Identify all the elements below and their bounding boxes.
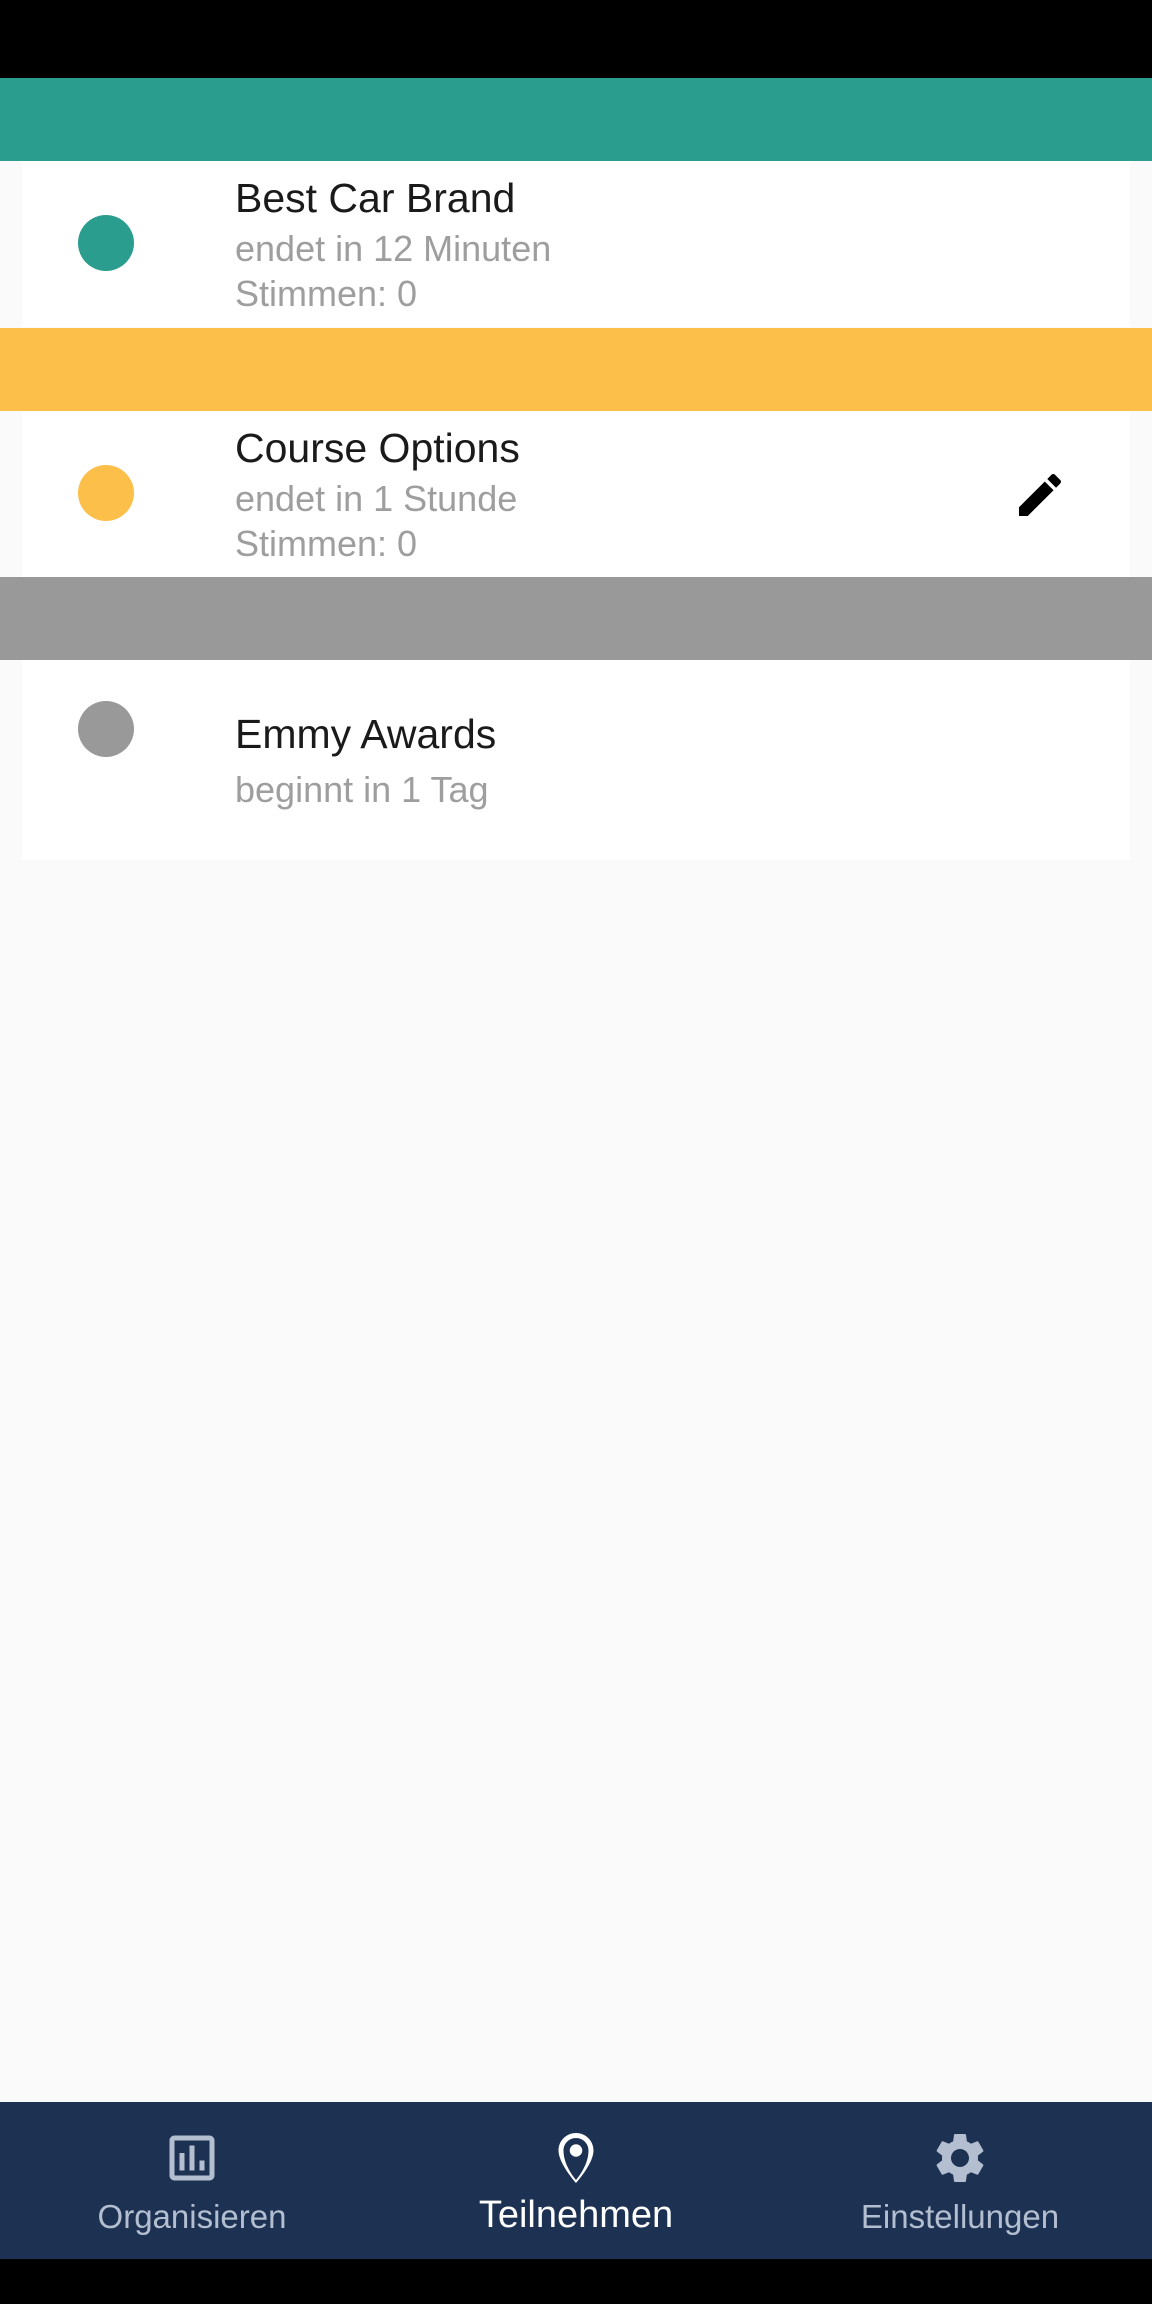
poll-end-time-course-options: endet in 1 Stunde xyxy=(235,478,518,519)
poll-votes-course-options: Stimmen: 0 xyxy=(235,523,418,564)
edit-poll-button[interactable] xyxy=(998,453,1082,537)
nav-item-organisieren[interactable]: Organisieren xyxy=(0,2102,384,2259)
nav-label-einstellungen: Einstellungen xyxy=(860,2198,1060,2235)
system-navigation-bar xyxy=(0,2259,1152,2304)
poll-card-emmy-awards[interactable] xyxy=(22,660,1130,860)
poll-votes-best-car-brand: Stimmen: 0 xyxy=(235,273,418,314)
poll-title-course-options: Course Options xyxy=(235,425,520,471)
poll-list-screen: Best Car Brand endet in 12 Minuten Stimm… xyxy=(0,78,1152,2102)
nav-label-organisieren: Organisieren xyxy=(97,2198,287,2235)
status-dot-active xyxy=(78,215,134,271)
pencil-icon xyxy=(1019,473,1062,516)
poll-start-time-emmy-awards: beginnt in 1 Tag xyxy=(235,769,489,810)
poll-end-time-best-car-brand: endet in 12 Minuten xyxy=(235,228,552,269)
poll-card-course-options[interactable] xyxy=(22,411,1130,577)
nav-item-teilnehmen[interactable]: Teilnehmen xyxy=(384,2102,768,2259)
poll-title-best-car-brand: Best Car Brand xyxy=(235,175,516,221)
status-dot-upcoming xyxy=(78,465,134,521)
status-dot-inactive xyxy=(78,701,134,757)
poll-card-best-car-brand[interactable] xyxy=(22,161,1130,327)
section-header-inactive xyxy=(0,577,1152,660)
section-header-upcoming xyxy=(0,328,1152,411)
poll-title-emmy-awards: Emmy Awards xyxy=(235,711,497,757)
bar-chart-icon xyxy=(169,2135,215,2181)
nav-item-einstellungen[interactable]: Einstellungen xyxy=(768,2102,1152,2259)
section-header-active xyxy=(0,78,1152,161)
status-bar xyxy=(0,0,1152,78)
gear-icon xyxy=(936,2134,984,2182)
nav-label-teilnehmen: Teilnehmen xyxy=(478,2194,674,2236)
location-pin-icon xyxy=(558,2133,594,2183)
bottom-navigation: Organisieren Teilnehmen Einstellungen xyxy=(0,2102,1152,2259)
